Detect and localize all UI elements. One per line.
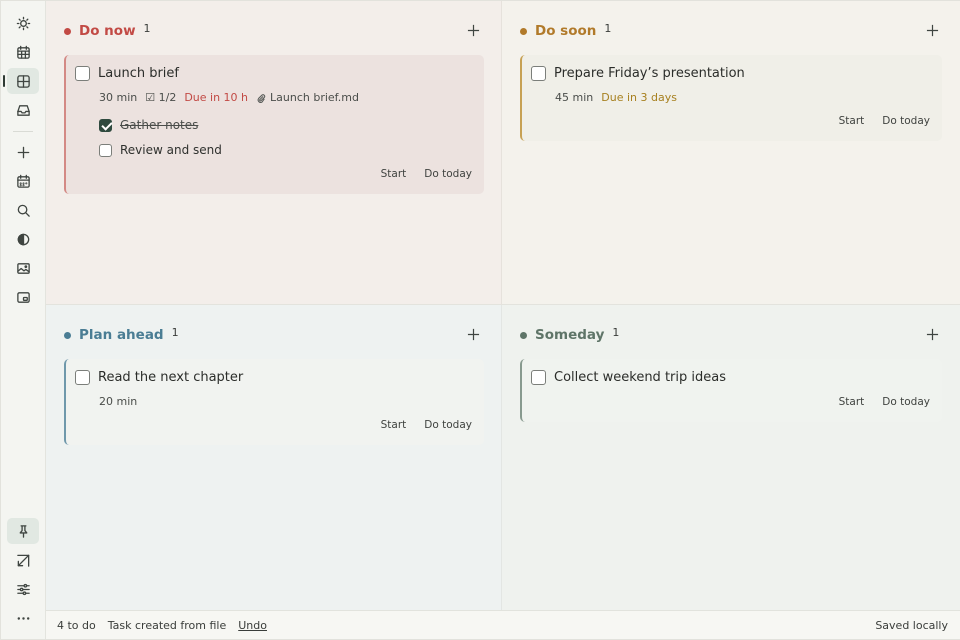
quadrant-dot bbox=[64, 27, 71, 35]
sidebar bbox=[1, 1, 46, 639]
quadrant-header: Someday 1 bbox=[520, 325, 960, 345]
paperclip-icon bbox=[257, 93, 266, 103]
task-checkbox[interactable] bbox=[75, 66, 90, 81]
task-attachment[interactable]: Launch brief.md bbox=[256, 91, 359, 104]
status-bar: 4 to do Task created from file Undo Save… bbox=[46, 610, 960, 639]
task-checkbox[interactable] bbox=[531, 66, 546, 81]
image-icon[interactable] bbox=[7, 255, 39, 281]
quadrant-dot bbox=[520, 27, 527, 35]
quadrant-do-now: Do now 1 Launch brief 30 min ☑ 1/2 Due i… bbox=[46, 1, 502, 305]
task-due: Due in 10 h bbox=[184, 91, 249, 104]
do-today-button[interactable]: Do today bbox=[424, 168, 472, 180]
priority-matrix: Do now 1 Launch brief 30 min ☑ 1/2 Due i… bbox=[46, 1, 960, 610]
task-title-row: Prepare Friday’s presentation bbox=[531, 66, 745, 81]
checklist-item: Gather notes bbox=[99, 118, 198, 132]
quadrant-header: Do now 1 bbox=[64, 21, 501, 41]
start-button[interactable]: Start bbox=[839, 115, 865, 127]
add-task-button[interactable] bbox=[463, 20, 483, 40]
quadrant-title: Someday bbox=[535, 327, 605, 343]
start-button[interactable]: Start bbox=[381, 168, 407, 180]
task-title-row: Read the next chapter bbox=[75, 370, 243, 385]
checklist-item: Review and send bbox=[99, 143, 222, 157]
add-task-button[interactable] bbox=[922, 20, 942, 40]
quadrant-header: Do soon 1 bbox=[520, 21, 960, 41]
quadrant-count: 1 bbox=[604, 22, 612, 35]
quadrant-dot bbox=[64, 331, 71, 339]
plus-icon bbox=[467, 328, 479, 340]
plus-icon bbox=[926, 24, 938, 36]
task-checkbox[interactable] bbox=[531, 370, 546, 385]
do-today-button[interactable]: Do today bbox=[882, 396, 930, 408]
app-window: Do now 1 Launch brief 30 min ☑ 1/2 Due i… bbox=[0, 0, 960, 640]
task-title-row: Collect weekend trip ideas bbox=[531, 370, 726, 385]
resize-icon[interactable] bbox=[7, 547, 39, 573]
add-task-button[interactable] bbox=[463, 324, 483, 344]
task-card[interactable]: Collect weekend trip ideas Start Do toda… bbox=[520, 359, 942, 422]
quadrant-do-soon: Do soon 1 Prepare Friday’s presentation … bbox=[502, 1, 960, 305]
sun-icon[interactable] bbox=[7, 10, 39, 36]
task-actions: Start Do today bbox=[821, 396, 930, 408]
quadrant-plan-ahead: Plan ahead 1 Read the next chapter 20 mi… bbox=[46, 305, 502, 610]
status-message: Task created from file bbox=[107, 618, 227, 632]
undo-button[interactable]: Undo bbox=[238, 619, 267, 632]
task-due: Due in 3 days bbox=[601, 91, 677, 104]
checklist-checkbox[interactable] bbox=[99, 118, 112, 132]
calendar-week-icon[interactable] bbox=[7, 168, 39, 194]
plus-icon bbox=[467, 24, 479, 36]
task-title: Read the next chapter bbox=[98, 370, 244, 385]
pin-icon[interactable] bbox=[7, 518, 39, 544]
more-icon[interactable] bbox=[7, 605, 39, 631]
task-meta: 20 min bbox=[99, 395, 145, 408]
quadrant-count: 1 bbox=[171, 326, 179, 339]
add-task-button[interactable] bbox=[922, 324, 942, 344]
task-duration: 30 min bbox=[99, 91, 138, 104]
picture-in-picture-icon[interactable] bbox=[7, 284, 39, 310]
quadrant-title: Plan ahead bbox=[79, 327, 164, 343]
task-card[interactable]: Launch brief 30 min ☑ 1/2 Due in 10 h La… bbox=[64, 55, 484, 194]
sliders-icon[interactable] bbox=[7, 576, 39, 602]
main-area: Do now 1 Launch brief 30 min ☑ 1/2 Due i… bbox=[46, 1, 960, 639]
quadrant-header: Plan ahead 1 bbox=[64, 325, 501, 345]
attachment-name: Launch brief.md bbox=[270, 91, 359, 104]
save-status: Saved locally bbox=[875, 618, 948, 632]
quadrant-dot bbox=[520, 331, 527, 339]
grid-icon[interactable] bbox=[7, 68, 39, 94]
do-today-button[interactable]: Do today bbox=[882, 115, 930, 127]
task-actions: Start Do today bbox=[821, 115, 930, 127]
task-actions: Start Do today bbox=[363, 419, 472, 431]
todo-count: 4 to do bbox=[57, 618, 96, 632]
plus-icon bbox=[926, 328, 938, 340]
start-button[interactable]: Start bbox=[839, 396, 865, 408]
sidebar-divider bbox=[13, 131, 33, 132]
task-duration: 20 min bbox=[99, 395, 138, 408]
task-meta: 45 min Due in 3 days bbox=[555, 91, 685, 104]
checklist-label: Gather notes bbox=[120, 118, 199, 132]
task-title: Collect weekend trip ideas bbox=[554, 370, 726, 385]
quadrant-count: 1 bbox=[612, 326, 620, 339]
checklist-label: Review and send bbox=[120, 143, 222, 157]
contrast-icon[interactable] bbox=[7, 226, 39, 252]
task-duration: 45 min bbox=[555, 91, 594, 104]
quadrant-someday: Someday 1 Collect weekend trip ideas Sta… bbox=[502, 305, 960, 610]
inbox-icon[interactable] bbox=[7, 97, 39, 123]
quadrant-title: Do soon bbox=[535, 23, 597, 39]
task-actions: Start Do today bbox=[363, 168, 472, 180]
task-meta: 30 min ☑ 1/2 Due in 10 h Launch brief.md bbox=[99, 91, 367, 104]
plus-icon[interactable] bbox=[7, 139, 39, 165]
calendar-icon[interactable] bbox=[7, 39, 39, 65]
task-title-row: Launch brief bbox=[75, 66, 179, 81]
task-checkbox[interactable] bbox=[75, 370, 90, 385]
quadrant-count: 1 bbox=[143, 22, 151, 35]
search-icon[interactable] bbox=[7, 197, 39, 223]
task-title: Launch brief bbox=[98, 66, 179, 81]
task-card[interactable]: Read the next chapter 20 min Start Do to… bbox=[64, 359, 484, 445]
active-indicator bbox=[3, 75, 5, 87]
task-title: Prepare Friday’s presentation bbox=[554, 66, 745, 81]
quadrant-title: Do now bbox=[79, 23, 136, 39]
checklist-checkbox[interactable] bbox=[99, 143, 112, 157]
task-card[interactable]: Prepare Friday’s presentation 45 min Due… bbox=[520, 55, 942, 141]
start-button[interactable]: Start bbox=[381, 419, 407, 431]
do-today-button[interactable]: Do today bbox=[424, 419, 472, 431]
task-subtask-progress: ☑ 1/2 bbox=[145, 91, 177, 104]
